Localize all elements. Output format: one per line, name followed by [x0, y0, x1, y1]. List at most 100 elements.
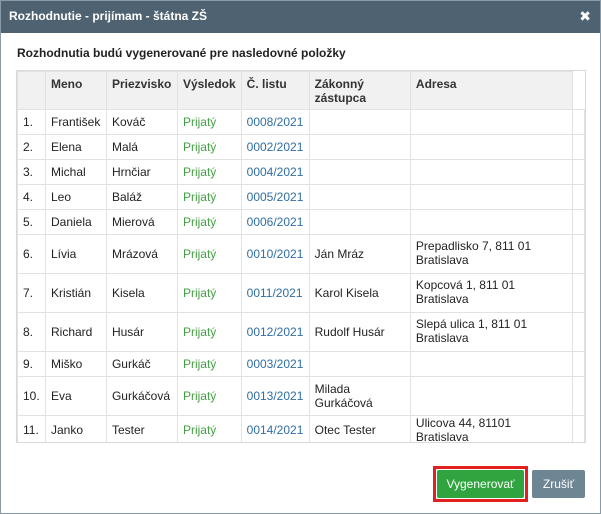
table-row[interactable]: 1. František Kováč Prijatý 0008/2021 — [17, 109, 585, 135]
filler-cell — [571, 351, 585, 377]
last-name-cell: Gurkáčová — [105, 376, 178, 416]
first-name-cell: Janko — [44, 415, 107, 442]
guardian-cell — [308, 159, 411, 185]
result-cell: Prijatý — [176, 415, 242, 442]
first-name-cell: Daniela — [44, 209, 107, 235]
list-number-link[interactable]: 0005/2021 — [240, 184, 310, 210]
row-number: 6. — [17, 234, 46, 274]
column-header-guardian[interactable]: Zákonný zástupca — [308, 71, 411, 110]
filler-cell — [571, 134, 585, 160]
result-cell: Prijatý — [176, 351, 242, 377]
last-name-cell: Tester — [105, 415, 178, 442]
address-cell: Prepadlisko 7, 811 01 Bratislava — [409, 234, 573, 274]
column-header-filler — [571, 71, 585, 110]
result-cell: Prijatý — [176, 109, 242, 135]
list-number-link[interactable]: 0004/2021 — [240, 159, 310, 185]
first-name-cell: Richard — [44, 312, 107, 352]
row-number: 9. — [17, 351, 46, 377]
result-cell: Prijatý — [176, 312, 242, 352]
table-row[interactable]: 6. Lívia Mrázová Prijatý 0010/2021 Ján M… — [17, 234, 585, 274]
address-cell: Kopcová 1, 811 01 Bratislava — [409, 273, 573, 313]
list-number-link[interactable]: 0008/2021 — [240, 109, 310, 135]
filler-cell — [571, 109, 585, 135]
dialog-title: Rozhodnutie - prijímam - štátna ZŠ — [9, 9, 208, 23]
result-cell: Prijatý — [176, 273, 242, 313]
last-name-cell: Kováč — [105, 109, 178, 135]
table-row[interactable]: 10. Eva Gurkáčová Prijatý 0013/2021 Mila… — [17, 376, 585, 416]
column-header-result[interactable]: Výsledok — [176, 71, 242, 110]
result-cell: Prijatý — [176, 209, 242, 235]
column-header-address[interactable]: Adresa — [409, 71, 573, 110]
list-number-link[interactable]: 0013/2021 — [240, 376, 310, 416]
last-name-cell: Kisela — [105, 273, 178, 313]
guardian-cell — [308, 351, 411, 377]
address-cell: Ulicova 44, 81101 Bratislava — [409, 415, 573, 442]
generate-button[interactable]: Vygenerovať — [437, 470, 524, 498]
last-name-cell: Husár — [105, 312, 178, 352]
table-row[interactable]: 11. Janko Tester Prijatý 0014/2021 Otec … — [17, 415, 585, 442]
row-number: 4. — [17, 184, 46, 210]
address-cell — [409, 184, 573, 210]
result-cell: Prijatý — [176, 234, 242, 274]
decisions-table: Meno Priezvisko Výsledok Č. listu Zákonn… — [17, 71, 585, 442]
list-number-link[interactable]: 0010/2021 — [240, 234, 310, 274]
column-header-list-number[interactable]: Č. listu — [240, 71, 310, 110]
first-name-cell: Leo — [44, 184, 107, 210]
filler-cell — [571, 376, 585, 416]
table-row[interactable]: 7. Kristián Kisela Prijatý 0011/2021 Kar… — [17, 273, 585, 313]
last-name-cell: Gurkáč — [105, 351, 178, 377]
table-row[interactable]: 4. Leo Baláž Prijatý 0005/2021 — [17, 184, 585, 210]
result-cell: Prijatý — [176, 159, 242, 185]
table-row[interactable]: 9. Miško Gurkáč Prijatý 0003/2021 — [17, 351, 585, 377]
row-number: 3. — [17, 159, 46, 185]
guardian-cell — [308, 209, 411, 235]
row-number: 1. — [17, 109, 46, 135]
guardian-cell: Ján Mráz — [308, 234, 411, 274]
dialog-titlebar: Rozhodnutie - prijímam - štátna ZŠ ✖ — [1, 1, 600, 33]
row-number: 5. — [17, 209, 46, 235]
first-name-cell: Miško — [44, 351, 107, 377]
table-row[interactable]: 8. Richard Husár Prijatý 0012/2021 Rudol… — [17, 312, 585, 352]
last-name-cell: Baláž — [105, 184, 178, 210]
result-cell: Prijatý — [176, 376, 242, 416]
first-name-cell: František — [44, 109, 107, 135]
list-number-link[interactable]: 0006/2021 — [240, 209, 310, 235]
row-number: 10. — [17, 376, 46, 416]
address-cell: Slepá ulica 1, 811 01 Bratislava — [409, 312, 573, 352]
last-name-cell: Malá — [105, 134, 178, 160]
guardian-cell — [308, 109, 411, 135]
guardian-cell: Otec Tester — [308, 415, 411, 442]
guardian-cell — [308, 184, 411, 210]
cancel-button[interactable]: Zrušiť — [532, 470, 585, 498]
filler-cell — [571, 209, 585, 235]
table-row[interactable]: 5. Daniela Mierová Prijatý 0006/2021 — [17, 209, 585, 235]
last-name-cell: Mierová — [105, 209, 178, 235]
result-cell: Prijatý — [176, 134, 242, 160]
column-header-last-name[interactable]: Priezvisko — [105, 71, 178, 110]
close-icon[interactable]: ✖ — [579, 8, 591, 24]
result-cell: Prijatý — [176, 184, 242, 210]
table-row[interactable]: 3. Michal Hrnčiar Prijatý 0004/2021 — [17, 159, 585, 185]
row-number: 8. — [17, 312, 46, 352]
list-number-link[interactable]: 0012/2021 — [240, 312, 310, 352]
filler-cell — [571, 159, 585, 185]
filler-cell — [571, 273, 585, 313]
first-name-cell: Elena — [44, 134, 107, 160]
address-cell — [409, 134, 573, 160]
filler-cell — [571, 312, 585, 352]
list-number-link[interactable]: 0011/2021 — [240, 273, 310, 313]
row-number: 2. — [17, 134, 46, 160]
address-cell — [409, 351, 573, 377]
dialog-heading: Rozhodnutia budú vygenerované pre nasled… — [17, 46, 346, 60]
guardian-cell: Karol Kisela — [308, 273, 411, 313]
list-number-link[interactable]: 0002/2021 — [240, 134, 310, 160]
column-header-first-name[interactable]: Meno — [44, 71, 107, 110]
row-number: 7. — [17, 273, 46, 313]
list-number-link[interactable]: 0014/2021 — [240, 415, 310, 442]
filler-cell — [571, 415, 585, 442]
last-name-cell: Hrnčiar — [105, 159, 178, 185]
list-number-link[interactable]: 0003/2021 — [240, 351, 310, 377]
table-row[interactable]: 2. Elena Malá Prijatý 0002/2021 — [17, 134, 585, 160]
first-name-cell: Eva — [44, 376, 107, 416]
decisions-grid: Meno Priezvisko Výsledok Č. listu Zákonn… — [16, 70, 586, 443]
